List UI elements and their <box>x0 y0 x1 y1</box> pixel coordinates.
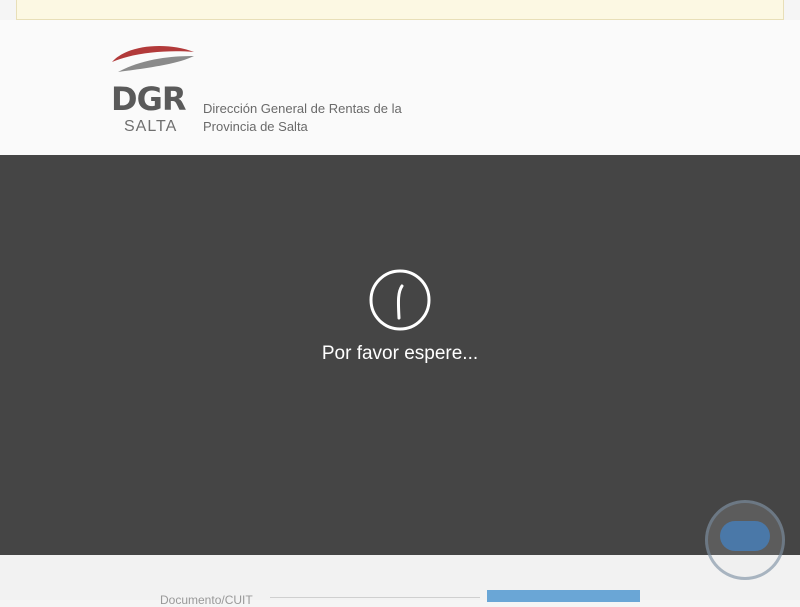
clock-spinner-icon <box>369 269 431 331</box>
document-field-label: Documento/CUIT <box>160 593 253 607</box>
logo-swoosh-icon <box>112 46 194 72</box>
org-name-line-2: Provincia de Salta <box>203 119 308 134</box>
logo-subtitle: SALTA <box>124 118 178 135</box>
submit-button[interactable] <box>487 590 640 602</box>
org-name-line-1: Dirección General de Rentas de la <box>203 101 402 116</box>
footer-form: Documento/CUIT <box>0 555 800 607</box>
chat-bubble-icon <box>720 521 770 551</box>
logo-mark: DGR <box>111 80 186 118</box>
notice-bar <box>16 0 784 20</box>
loading-message: Por favor espere... <box>321 343 479 364</box>
chat-widget-button[interactable] <box>705 500 785 580</box>
site-header: DGR SALTA Dirección General de Rentas de… <box>0 20 800 155</box>
organization-name: Dirección General de Rentas de la Provin… <box>203 100 443 136</box>
document-input[interactable] <box>270 597 480 598</box>
dgr-salta-logo[interactable]: DGR SALTA <box>108 42 198 137</box>
